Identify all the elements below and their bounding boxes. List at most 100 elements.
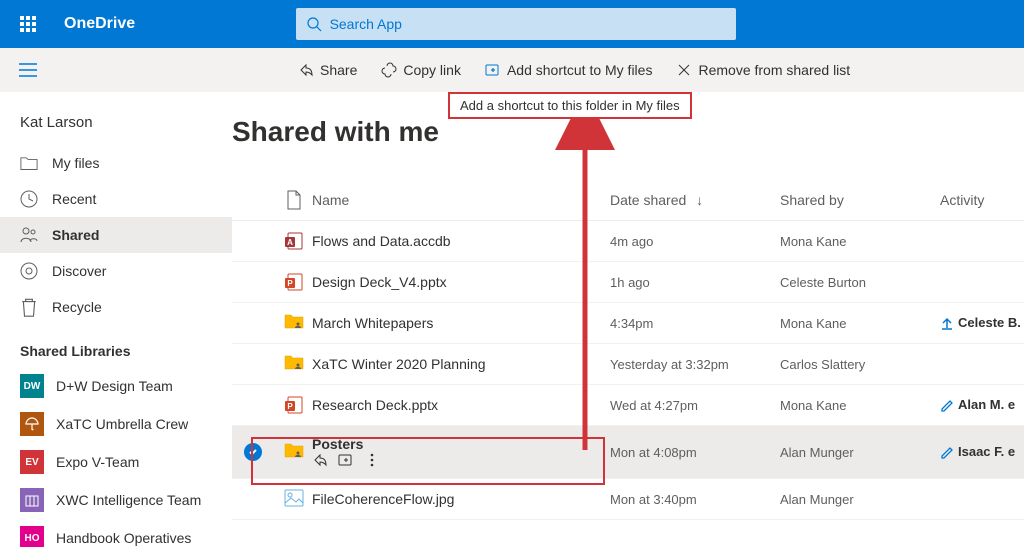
file-type-icon [276,489,312,509]
file-type-icon: A [276,231,312,251]
add-shortcut-button[interactable]: Add shortcut to My files [475,56,663,84]
nav-item-recycle[interactable]: Recycle [0,289,232,325]
person-icon [20,226,38,244]
app-launcher[interactable] [8,4,48,44]
date-shared: Yesterday at 3:32pm [610,357,780,372]
file-header-icon [286,190,302,210]
sort-down-icon: ↓ [696,192,703,208]
row-shortcut-icon[interactable] [338,452,354,468]
file-name[interactable]: XaTC Winter 2020 Planning [312,356,610,372]
shared-by: Celeste Burton [780,275,940,290]
nav-item-recent[interactable]: Recent [0,181,232,217]
row-more-icon[interactable] [364,452,380,468]
main-content: Shared with me Name Date shared ↓ Shared… [232,92,1024,547]
activity-cell: Alan M. e [940,397,1024,413]
app-header: OneDrive [0,0,1024,48]
library-item[interactable]: HOHandbook Operatives [0,519,232,547]
row-share-icon[interactable] [312,452,328,468]
user-name: Kat Larson [0,108,232,145]
sidebar: Kat Larson My files Recent Shared Discover R… [0,92,232,547]
nav-label: Recycle [52,299,102,315]
remove-button[interactable]: Remove from shared list [666,56,860,84]
file-name[interactable]: Research Deck.pptx [312,397,610,413]
col-shared-by[interactable]: Shared by [780,192,940,208]
search-box[interactable] [296,8,736,40]
library-icon [20,412,44,436]
search-input[interactable] [330,16,726,32]
shared-by: Mona Kane [780,398,940,413]
shortcut-icon [485,62,501,78]
library-label: D+W Design Team [56,378,173,394]
date-shared: 1h ago [610,275,780,290]
date-shared: 4m ago [610,234,780,249]
activity-edit-icon [940,399,954,413]
date-shared: Mon at 3:40pm [610,492,780,507]
file-type-icon [276,354,312,374]
library-item[interactable]: DW D+W Design Team [0,367,232,405]
brand-name: OneDrive [64,15,135,33]
close-icon [676,62,692,78]
search-icon [306,16,322,32]
command-bar: Share Copy link Add shortcut to My files… [0,48,1024,92]
nav-label: My files [52,155,99,171]
table-row[interactable]: PostersMon at 4:08pmAlan MungerIsaac F. … [232,426,1024,479]
library-item[interactable]: XaTC Umbrella Crew [0,405,232,443]
shared-libraries-title: Shared Libraries [0,325,232,367]
shared-by: Mona Kane [780,316,940,331]
library-item[interactable]: EVExpo V-Team [0,443,232,481]
file-name[interactable]: March Whitepapers [312,315,610,331]
table-row[interactable]: March Whitepapers4:34pmMona KaneCeleste … [232,303,1024,344]
page-title: Shared with me [232,116,1024,180]
table-row[interactable]: P Research Deck.pptxWed at 4:27pmMona Kan… [232,385,1024,426]
library-icon [20,488,44,512]
date-shared: Mon at 4:08pm [610,445,780,460]
shared-by: Carlos Slattery [780,357,940,372]
row-checkbox[interactable] [244,443,262,461]
file-type-icon: P [276,395,312,415]
shared-by: Alan Munger [780,492,940,507]
table-row[interactable]: P Design Deck_V4.pptx1h agoCeleste Burton [232,262,1024,303]
nav-item-shared[interactable]: Shared [0,217,232,253]
nav-label: Shared [52,227,99,243]
nav-label: Discover [52,263,106,279]
library-icon: DW [20,374,44,398]
library-label: Handbook Operatives [56,530,191,546]
file-type-icon: P [276,272,312,292]
file-type-icon [276,313,312,333]
table-row[interactable]: AFlows and Data.accdb4m agoMona Kane [232,221,1024,262]
activity-cell: Celeste B. [940,315,1024,331]
col-date[interactable]: Date shared ↓ [610,192,780,208]
date-shared: 4:34pm [610,316,780,331]
library-label: XWC Intelligence Team [56,492,201,508]
table-row[interactable]: XaTC Winter 2020 PlanningYesterday at 3:… [232,344,1024,385]
file-name[interactable]: Design Deck_V4.pptx [312,274,610,290]
col-activity[interactable]: Activity [940,192,1024,208]
file-name[interactable]: FileCoherenceFlow.jpg [312,491,610,507]
link-icon [381,62,397,78]
share-icon [298,62,314,78]
file-name[interactable]: Posters [312,436,610,468]
nav-item-my-files[interactable]: My files [0,145,232,181]
file-name[interactable]: Flows and Data.accdb [312,233,610,249]
clock-icon [20,190,38,208]
activity-upload-icon [940,317,954,331]
folder-icon [20,154,38,172]
table-header: Name Date shared ↓ Shared by Activity [232,180,1024,221]
file-type-icon [276,442,312,462]
table-row[interactable]: FileCoherenceFlow.jpgMon at 3:40pmAlan M… [232,479,1024,520]
shared-by: Mona Kane [780,234,940,249]
nav-item-discover[interactable]: Discover [0,253,232,289]
copy-link-button[interactable]: Copy link [371,56,471,84]
trash-icon [20,298,38,316]
library-label: Expo V-Team [56,454,139,470]
nav-toggle[interactable] [12,63,44,77]
share-button[interactable]: Share [288,56,367,84]
library-item[interactable]: XWC Intelligence Team [0,481,232,519]
activity-edit-icon [940,446,954,460]
svg-text:P: P [287,279,293,288]
shared-by: Alan Munger [780,445,940,460]
date-shared: Wed at 4:27pm [610,398,780,413]
col-name[interactable]: Name [312,192,610,208]
library-label: XaTC Umbrella Crew [56,416,188,432]
svg-text:P: P [287,402,293,411]
